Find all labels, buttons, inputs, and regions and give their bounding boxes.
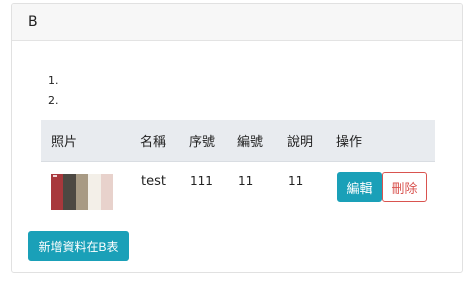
table-body: test 111 11 11 編輯 刪除 [41, 162, 435, 232]
column-header-photo: 照片 [41, 120, 140, 162]
records-table: 照片 名稱 序號 編號 說明 操作 test 111 11 11 編輯 刪除 [41, 120, 435, 231]
swatch [63, 174, 76, 210]
thumbnail-mark [53, 175, 57, 177]
swatch [88, 174, 101, 210]
list-item: 2. [48, 91, 62, 111]
column-header-code: 編號 [237, 120, 287, 162]
card-body: 1. 2. 照片 名稱 序號 編號 說明 操作 test 111 11 11 編… [12, 41, 462, 271]
color-palette-thumbnail-icon [51, 174, 114, 210]
list-item-number: 1. [48, 74, 59, 87]
row-actions: 編輯 刪除 [337, 172, 434, 202]
cell-ops: 編輯 刪除 [336, 162, 435, 232]
ordered-list: 1. 2. [48, 71, 62, 111]
table-header-row: 照片 名稱 序號 編號 說明 操作 [41, 120, 435, 162]
cell-desc: 11 [288, 174, 304, 188]
list-item-number: 2. [48, 94, 59, 107]
column-header-ops: 操作 [336, 120, 435, 162]
swatch [75, 174, 89, 210]
card-title: B [28, 14, 38, 30]
column-header-name: 名稱 [140, 120, 189, 162]
column-header-seq: 序號 [189, 120, 237, 162]
list-item: 1. [48, 71, 62, 91]
cell-seq: 111 [190, 174, 213, 188]
cell-name: test [141, 174, 166, 189]
table-head: 照片 名稱 序號 編號 說明 操作 [41, 120, 435, 162]
swatch [100, 174, 114, 210]
swatch [51, 174, 64, 210]
column-header-desc: 說明 [287, 120, 336, 162]
table-row: test 111 11 11 編輯 刪除 [41, 162, 435, 232]
cell-code: 11 [238, 174, 254, 188]
card-header: B [12, 4, 462, 41]
cell-photo [41, 162, 140, 232]
card: B 1. 2. 照片 名稱 序號 編號 說明 操作 test 111 11 11… [11, 3, 463, 273]
edit-button[interactable]: 編輯 [337, 172, 382, 202]
add-record-button[interactable]: 新增資料在B表 [28, 231, 129, 261]
delete-button[interactable]: 刪除 [382, 172, 427, 202]
